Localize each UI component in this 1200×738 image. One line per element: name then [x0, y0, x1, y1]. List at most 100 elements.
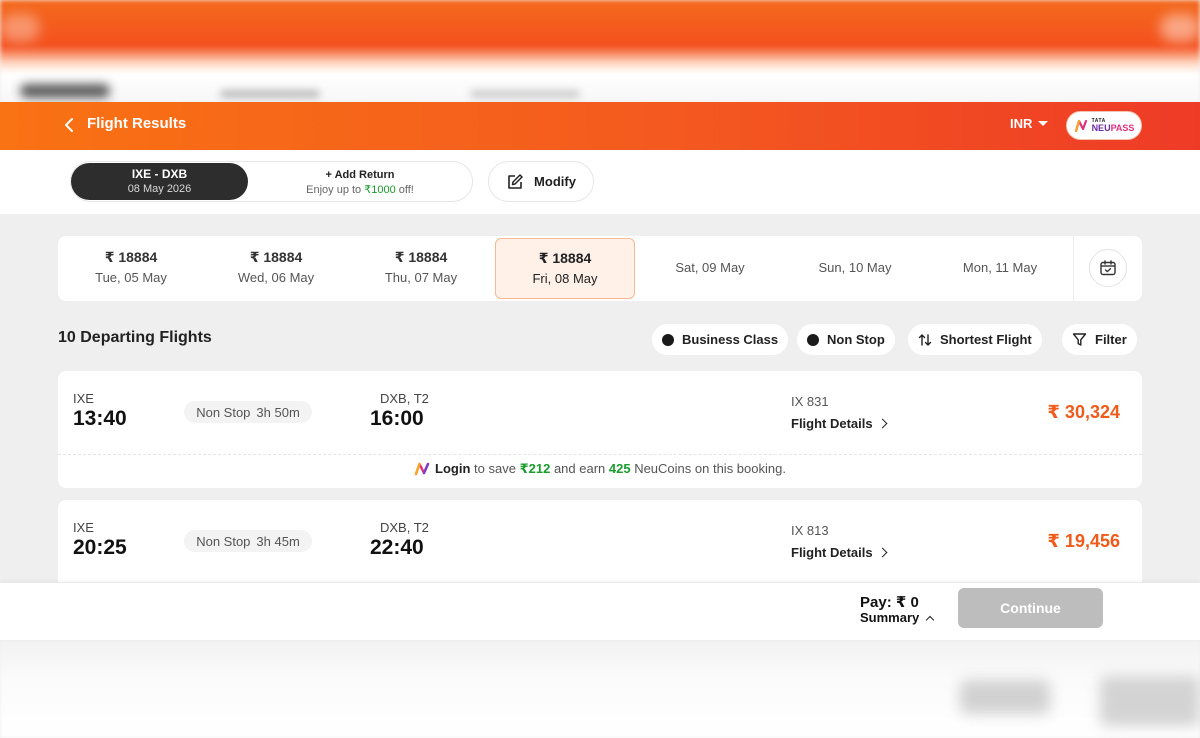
login-link[interactable]: Login: [435, 461, 470, 476]
route-code: IXE - DXB: [131, 167, 188, 181]
departure-time: 13:40: [73, 407, 127, 430]
background-blur-shape: [20, 84, 110, 98]
neu-logo-icon: [1074, 119, 1087, 132]
date-option[interactable]: ₹ 18884 Tue, 05 May: [61, 238, 201, 299]
chip-label: Filter: [1095, 332, 1127, 347]
date-selector: ₹ 18884 Tue, 05 May ₹ 18884 Wed, 06 May …: [58, 236, 1142, 301]
route-chip[interactable]: IXE - DXB 08 May 2026: [71, 163, 248, 200]
neu-coin-icon: [414, 462, 430, 476]
date-price: ₹ 18884: [394, 249, 448, 265]
background-blur-shape: [0, 14, 40, 42]
caret-down-icon: [1038, 121, 1049, 126]
summary-label: Summary: [860, 610, 920, 625]
login-promo: Login to save ₹212 and earn 425 NeuCoins…: [58, 461, 1142, 477]
stop-duration-pill: Non Stop 3h 50m: [184, 401, 312, 423]
flight-price: ₹ 19,456: [1047, 531, 1120, 551]
modify-button[interactable]: Modify: [488, 161, 594, 202]
back-arrow-icon[interactable]: [62, 115, 76, 135]
date-label: Mon, 11 May: [962, 260, 1038, 275]
background-blur-shape: [1100, 676, 1200, 726]
arrival-code: DXB, T2: [380, 391, 429, 406]
add-return-button[interactable]: + Add Return Enjoy up to ₹1000 off!: [248, 162, 472, 201]
payment-footer: Pay: ₹ 0 Summary Continue: [0, 582, 1200, 640]
summary-toggle[interactable]: Summary: [860, 610, 935, 625]
chip-label: Business Class: [682, 332, 779, 347]
sort-arrows-icon: [918, 333, 932, 346]
date-option[interactable]: Mon, 11 May: [930, 238, 1070, 299]
departure-code: IXE: [73, 520, 94, 535]
filter-chip[interactable]: Filter: [1062, 324, 1137, 355]
non-stop-chip[interactable]: Non Stop: [797, 324, 895, 355]
date-price: ₹ 18884: [249, 249, 303, 265]
stop-duration-pill: Non Stop 3h 45m: [184, 530, 312, 552]
results-count-title: 10 Departing Flights: [58, 329, 212, 346]
date-label: Tue, 05 May: [95, 270, 167, 285]
business-class-chip[interactable]: Business Class: [652, 324, 789, 355]
date-option[interactable]: Sun, 10 May: [785, 238, 925, 299]
background-header-blurred: [0, 0, 1200, 102]
add-return-subtitle: Enjoy up to ₹1000 off!: [306, 184, 414, 196]
date-option[interactable]: ₹ 18884 Wed, 06 May: [206, 238, 346, 299]
calendar-button-wrap: [1073, 236, 1142, 301]
background-blur-shape: [1160, 14, 1200, 42]
date-label: Sun, 10 May: [818, 260, 892, 275]
divider: [58, 454, 1142, 455]
chip-label: Shortest Flight: [940, 332, 1032, 347]
flight-card[interactable]: IXE 20:25 Non Stop 3h 45m DXB, T2 22:40 …: [58, 500, 1142, 590]
radio-dot-icon: [807, 333, 819, 346]
stop-type: Non Stop: [196, 404, 251, 420]
date-option[interactable]: ₹ 18884 Thu, 07 May: [351, 238, 491, 299]
neupass-badge[interactable]: TATA NEUPASS: [1066, 111, 1142, 140]
shortest-flight-chip[interactable]: Shortest Flight: [908, 324, 1042, 355]
currency-selector[interactable]: INR: [1010, 116, 1049, 131]
chip-label: Non Stop: [827, 332, 885, 347]
neupass-pass-text: PASS: [1110, 122, 1135, 133]
flight-number: IX 831: [791, 394, 829, 409]
date-label: Thu, 07 May: [384, 270, 458, 285]
date-label: Fri, 08 May: [532, 271, 598, 286]
search-summary-bar: IXE - DXB 08 May 2026 + Add Return Enjoy…: [0, 150, 1200, 214]
radio-dot-icon: [662, 333, 674, 346]
page-title: Flight Results: [87, 115, 187, 132]
chevron-right-icon: [877, 418, 888, 429]
neupass-neu-text: NEU: [1091, 122, 1111, 133]
background-blur-shape: [960, 680, 1050, 714]
arrival-code: DXB, T2: [380, 520, 429, 535]
filter-funnel-icon: [1072, 333, 1087, 346]
flight-duration: 3h 50m: [256, 404, 300, 420]
trip-selector: IXE - DXB 08 May 2026 + Add Return Enjoy…: [70, 161, 473, 202]
background-blur-shape: [220, 90, 320, 98]
flight-duration: 3h 45m: [256, 533, 300, 549]
flight-details-label: Flight Details: [791, 416, 873, 431]
flight-details-link[interactable]: Flight Details: [791, 416, 888, 431]
edit-icon: [508, 173, 523, 189]
date-price: ₹ 18884: [538, 250, 592, 266]
pay-amount: Pay: ₹ 0: [860, 594, 919, 611]
flight-number: IX 813: [791, 523, 829, 538]
calendar-button[interactable]: [1089, 249, 1127, 287]
stop-type: Non Stop: [196, 533, 251, 549]
flight-details-label: Flight Details: [791, 545, 873, 560]
continue-button[interactable]: Continue: [958, 588, 1103, 628]
app-header: Flight Results INR TATA NEUPASS: [0, 102, 1200, 150]
background-blur-shape: [470, 90, 580, 98]
chevron-right-icon: [877, 547, 888, 558]
date-price: ₹ 18884: [104, 249, 158, 265]
modify-label: Modify: [534, 174, 576, 189]
date-label: Sat, 09 May: [675, 260, 745, 275]
calendar-icon: [1100, 260, 1116, 276]
chevron-up-icon: [926, 615, 935, 624]
flight-details-link[interactable]: Flight Details: [791, 545, 888, 560]
flight-card[interactable]: IXE 13:40 Non Stop 3h 50m DXB, T2 16:00 …: [58, 371, 1142, 488]
currency-label: INR: [1010, 116, 1033, 131]
date-option-selected[interactable]: ₹ 18884 Fri, 08 May: [495, 238, 635, 299]
add-return-title: + Add Return: [325, 169, 395, 181]
date-label: Wed, 06 May: [237, 270, 315, 285]
departure-code: IXE: [73, 391, 94, 406]
departure-time: 20:25: [73, 536, 127, 559]
route-date: 08 May 2026: [127, 183, 192, 195]
flight-price: ₹ 30,324: [1047, 402, 1120, 422]
date-option[interactable]: Sat, 09 May: [640, 238, 780, 299]
arrival-time: 16:00: [370, 407, 424, 430]
arrival-time: 22:40: [370, 536, 424, 559]
